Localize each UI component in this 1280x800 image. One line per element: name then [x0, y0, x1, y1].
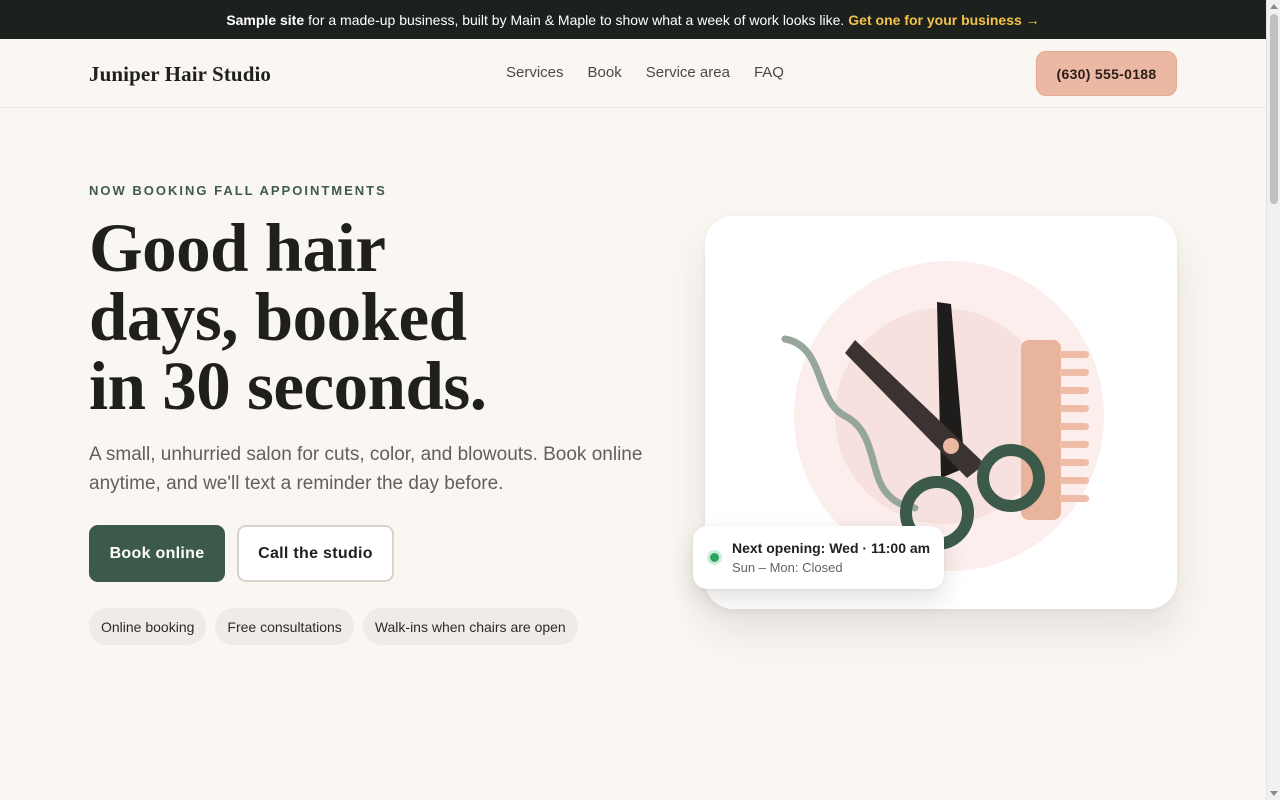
scroll-down-arrow-icon[interactable]	[1270, 791, 1278, 796]
site-logo[interactable]: Juniper Hair Studio	[89, 62, 271, 87]
next-opening-card: Next opening: Wed · 11:00 am Sun – Mon: …	[693, 526, 944, 589]
nav-book[interactable]: Book	[588, 64, 622, 81]
hero-lede: A small, unhurried salon for cuts, color…	[89, 444, 643, 494]
page-scrollbar[interactable]	[1266, 0, 1280, 800]
chip-free-consultations: Free consultations	[215, 608, 354, 645]
headline-line-2: days, booked	[89, 279, 467, 355]
book-online-button[interactable]: Book online	[89, 525, 225, 582]
scrollbar-thumb[interactable]	[1270, 14, 1278, 204]
headline-line-3: in 30 seconds.	[89, 348, 487, 424]
feature-chips: Online booking Free consultations Walk-i…	[89, 608, 578, 645]
scroll-up-arrow-icon[interactable]	[1270, 4, 1278, 9]
status-dot-icon	[707, 550, 722, 565]
nav-service-area[interactable]: Service area	[646, 64, 730, 81]
call-studio-button[interactable]: Call the studio	[237, 525, 394, 582]
announcement-lead: Sample site	[226, 11, 305, 28]
phone-button[interactable]: (630) 555-0188	[1036, 51, 1177, 96]
main-nav: Services Book Service area FAQ	[506, 64, 808, 81]
headline-line-1: Good hair	[89, 210, 386, 286]
chip-online-booking: Online booking	[89, 608, 207, 645]
next-opening-subtitle: Sun – Mon: Closed	[732, 560, 843, 575]
comb-teeth	[1059, 351, 1089, 502]
announcement-link[interactable]: Get one for your business →	[848, 12, 1039, 28]
next-opening-title: Next opening: Wed · 11:00 am	[732, 540, 931, 556]
announcement-bar: Sample site for a made-up business, buil…	[0, 0, 1266, 39]
hero-headline: Good hair days, booked in 30 seconds.	[89, 214, 609, 421]
nav-faq[interactable]: FAQ	[754, 64, 784, 81]
hero-eyebrow: NOW BOOKING FALL APPOINTMENTS	[89, 183, 387, 198]
site-header: Juniper Hair Studio Services Book Servic…	[0, 39, 1266, 108]
chip-walk-ins: Walk-ins when chairs are open	[362, 608, 578, 645]
announcement-text: for a made-up business, built by Main & …	[308, 11, 845, 28]
scissors-pivot	[943, 438, 959, 454]
nav-services[interactable]: Services	[506, 64, 564, 81]
